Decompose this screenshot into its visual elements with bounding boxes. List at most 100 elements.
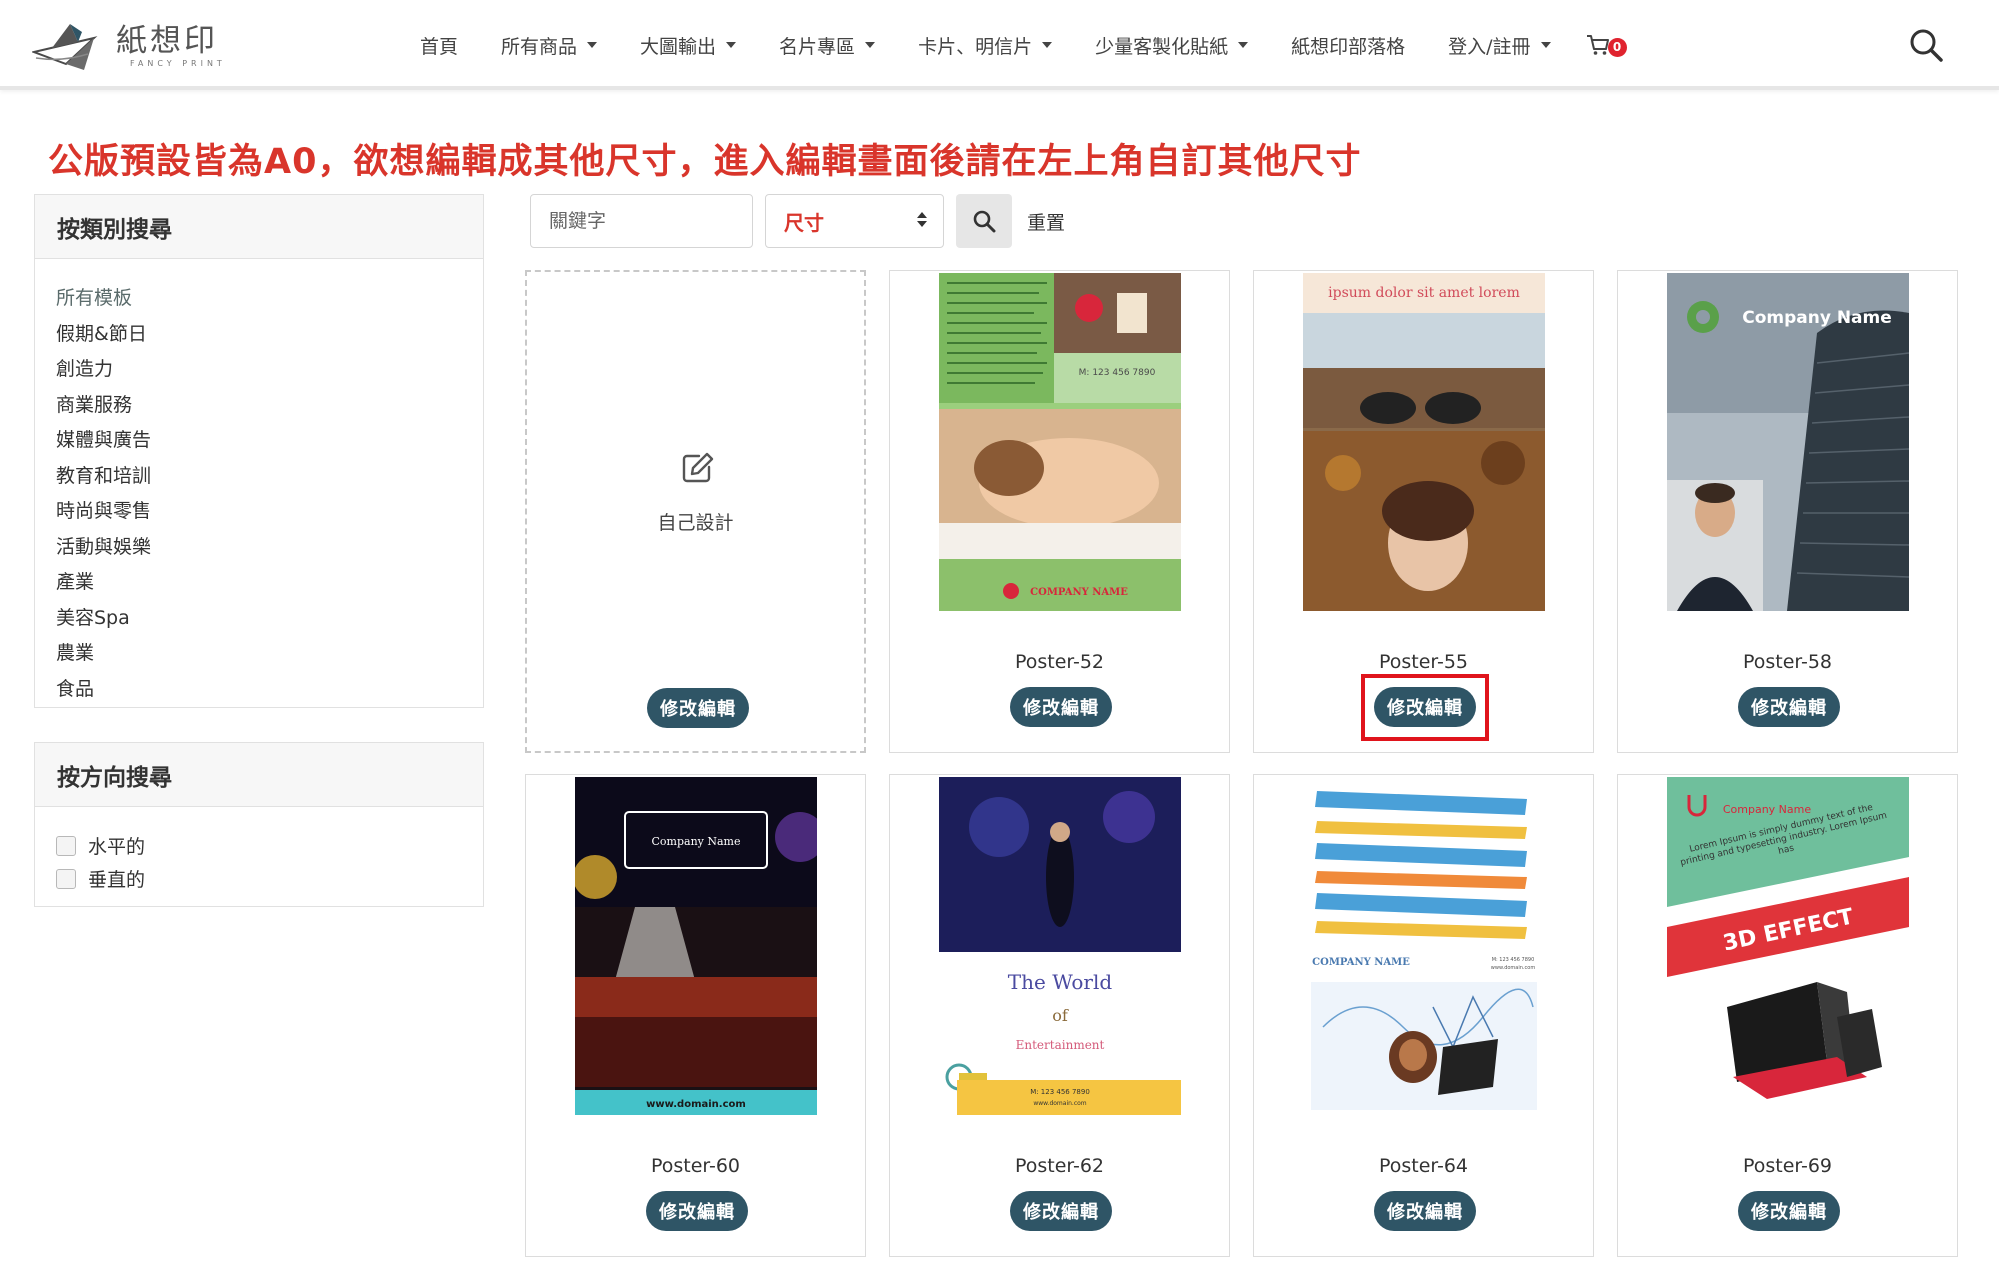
nav-item-large-print[interactable]: 大圖輸出 [640,32,737,59]
orientation-filter-panel: 按方向搜尋 水平的 垂直的 [34,742,484,907]
nav-item-custom-stickers[interactable]: 少量客製化貼紙 [1095,32,1249,59]
site-logo[interactable]: 紙想印 FANCY PRINT [32,18,226,72]
template-name: Poster-62 [1014,1155,1105,1177]
search-icon [973,210,996,233]
keyword-input[interactable] [530,194,753,248]
category-item[interactable]: 美容Spa [56,601,483,637]
orientation-panel-title: 按方向搜尋 [35,743,483,807]
edit-button[interactable]: 修改編輯 [1738,687,1840,727]
poster-60-company: Company Name [652,835,741,848]
category-item[interactable]: 商業服務 [56,388,483,424]
logo-chinese-name: 紙想印 [116,22,218,59]
category-panel-title: 按類別搜尋 [35,195,483,259]
highlight-box [1361,674,1489,741]
poster-60-url: www.domain.com [646,1099,746,1110]
orientation-option-vertical[interactable]: 垂直的 [56,862,483,895]
cart-button[interactable]: 0 [1586,34,1627,57]
category-item[interactable]: 食品 [56,672,483,708]
logo-english-name: FANCY PRINT [130,58,226,68]
template-card-poster-58[interactable]: Company Name Poster-58 修改編輯 [1617,270,1958,753]
edit-button[interactable]: 修改編輯 [647,688,749,728]
poster-62-phone: M: 123 456 7890 [1030,1088,1090,1096]
select-arrows-icon [917,212,927,227]
poster-69-thumbnail: Company Name Lorem Ipsum is simply dummy… [1667,777,1909,1115]
nav-item-blog[interactable]: 紙想印部落格 [1291,32,1405,59]
category-item[interactable]: 活動與娛樂 [56,530,483,566]
category-item[interactable]: 創造力 [56,352,483,388]
nav-item-cards-postcards[interactable]: 卡片、明信片 [918,32,1053,59]
template-card-poster-55[interactable]: ipsum dolor sit amet lorem Poster-55 修改編… [1253,270,1594,753]
nav-item-all-products[interactable]: 所有商品 [501,32,598,59]
poster-62-line2: of [1052,1006,1069,1025]
nav-item-home[interactable]: 首頁 [420,32,458,59]
nav-item-business-cards[interactable]: 名片專區 [779,32,876,59]
chevron-down-icon [1042,42,1053,48]
edit-icon [682,452,714,483]
edit-button[interactable]: 修改編輯 [646,1191,748,1231]
poster-52-company: COMPANY NAME [1030,587,1128,598]
category-item[interactable]: 時尚與零售 [56,494,483,530]
chevron-down-icon [1238,42,1249,48]
template-name: Poster-55 [1378,651,1469,673]
poster-55-title: ipsum dolor sit amet lorem [1328,285,1520,301]
template-card-poster-62[interactable]: The World of Entertainment M: 123 456 78… [889,774,1230,1257]
main-nav: 首頁 所有商品 大圖輸出 名片專區 卡片、明信片 少量客製化貼紙 紙想印部落格 … [420,0,1627,90]
cart-count-badge: 0 [1607,37,1627,57]
template-card-poster-69[interactable]: Company Name Lorem Ipsum is simply dummy… [1617,774,1958,1257]
edit-button[interactable]: 修改編輯 [1010,687,1112,727]
poster-64-phone: M: 123 456 7890 [1492,957,1535,963]
search-button[interactable] [956,194,1012,248]
template-name: Poster-52 [1014,651,1105,673]
edit-button[interactable]: 修改編輯 [1738,1191,1840,1231]
chevron-down-icon [726,42,737,48]
poster-58-thumbnail: Company Name [1667,273,1909,611]
orientation-option-horizontal[interactable]: 水平的 [56,829,483,862]
template-card-poster-60[interactable]: Company Name www.domain.com Poster-60 修改… [525,774,866,1257]
size-notice: 公版預設皆為A0，欲想編輯成其他尺寸，進入編輯畫面後請在左上角自訂其他尺寸 [48,142,1362,182]
poster-64-web: www.domain.com [1491,965,1536,971]
reset-link[interactable]: 重置 [1027,208,1065,235]
poster-60-thumbnail: Company Name www.domain.com [575,777,817,1115]
category-item[interactable]: 所有模板 [56,281,483,317]
edit-button[interactable]: 修改編輯 [1010,1191,1112,1231]
poster-62-line1: The World [1008,970,1113,994]
poster-55-thumbnail: ipsum dolor sit amet lorem [1303,273,1545,611]
nav-item-login-register[interactable]: 登入/註冊 [1448,32,1551,59]
category-list: 所有模板 假期&節日 創造力 商業服務 媒體與廣告 教育和培訓 時尚與零售 活動… [35,259,483,719]
edit-button[interactable]: 修改編輯 [1374,1191,1476,1231]
cart-icon [1586,35,1609,55]
orientation-label: 水平的 [88,836,146,858]
paper-plane-logo-icon [32,24,98,70]
category-item[interactable]: 農業 [56,636,483,672]
horizontal-checkbox[interactable] [56,835,76,856]
template-card-poster-64[interactable]: COMPANY NAME M: 123 456 7890 www.domain.… [1253,774,1594,1257]
template-name: Poster-58 [1742,651,1833,673]
poster-62-line3: Entertainment [1016,1038,1105,1052]
top-header: 紙想印 FANCY PRINT 首頁 所有商品 大圖輸出 名片專區 卡片、明信片… [0,0,1999,90]
poster-62-thumbnail: The World of Entertainment M: 123 456 78… [939,777,1181,1115]
template-name: Poster-60 [650,1155,741,1177]
category-filter-panel: 按類別搜尋 所有模板 假期&節日 創造力 商業服務 媒體與廣告 教育和培訓 時尚… [34,194,484,708]
poster-58-company: Company Name [1742,308,1892,328]
template-card-poster-52[interactable]: M: 123 456 7890 COMPANY NAME Poster-52 修… [889,270,1230,753]
poster-69-company: Company Name [1723,803,1812,816]
category-item[interactable]: 假期&節日 [56,317,483,353]
orientation-label: 垂直的 [88,869,146,891]
chevron-down-icon [865,42,876,48]
category-item[interactable]: 媒體與廣告 [56,423,483,459]
size-select-value: 尺寸 [784,210,824,235]
poster-62-web: www.domain.com [1033,1100,1086,1107]
category-item[interactable]: 教育和培訓 [56,459,483,495]
poster-64-thumbnail: COMPANY NAME M: 123 456 7890 www.domain.… [1303,777,1545,1115]
logo-text: 紙想印 FANCY PRINT [116,23,226,68]
search-icon[interactable] [1908,27,1944,63]
poster-52-thumbnail: M: 123 456 7890 COMPANY NAME [939,273,1181,611]
design-yourself-card[interactable]: 自己設計 修改編輯 [525,270,866,753]
size-select[interactable]: 尺寸 [765,194,944,248]
design-yourself-label: 自己設計 [657,512,734,534]
poster-64-company: COMPANY NAME [1312,957,1410,968]
template-name: Poster-64 [1378,1155,1469,1177]
template-name: Poster-69 [1742,1155,1833,1177]
vertical-checkbox[interactable] [56,868,76,889]
category-item[interactable]: 產業 [56,565,483,601]
